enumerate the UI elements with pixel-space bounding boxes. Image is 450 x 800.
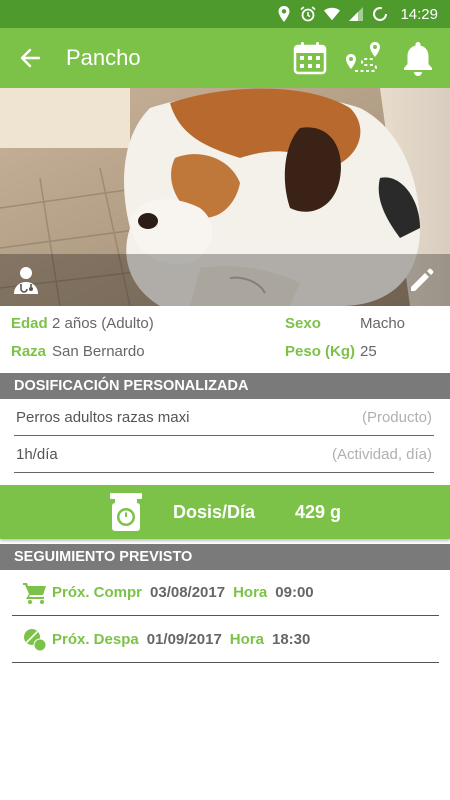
next-deworm-row[interactable]: Próx. Despa 01/09/2017 Hora 18:30 xyxy=(12,617,439,663)
sex-value: Macho xyxy=(360,315,406,332)
alarm-icon xyxy=(300,6,317,22)
next-purchase-time-label: Hora xyxy=(233,584,268,601)
daily-dose-card[interactable]: Dosis/Día 429 g xyxy=(0,485,450,539)
product-hint: (Producto) xyxy=(361,409,432,426)
app-bar: Pancho xyxy=(0,28,450,88)
pills-icon xyxy=(22,627,48,653)
wifi-icon xyxy=(324,6,341,22)
weight-label: Peso (Kg) xyxy=(285,343,356,360)
bell-icon xyxy=(404,42,432,76)
age-value: 2 años (Adulto) xyxy=(52,315,154,332)
next-purchase-time: 09:00 xyxy=(275,584,314,601)
photo-overlay xyxy=(0,254,450,306)
back-button[interactable] xyxy=(0,28,60,88)
next-deworm-time-label: Hora xyxy=(229,631,264,648)
breed-label: Raza xyxy=(11,343,47,360)
page-title: Pancho xyxy=(66,45,141,70)
notifications-button[interactable] xyxy=(398,38,438,78)
pet-photo xyxy=(0,88,450,306)
calendar-icon xyxy=(293,42,327,75)
weight-value: 25 xyxy=(360,343,377,360)
dosage-section-header: DOSIFICACIÓN PERSONALIZADA xyxy=(0,373,450,399)
dose-label: Dosis/Día xyxy=(172,501,255,522)
pencil-icon xyxy=(411,268,434,291)
edit-button[interactable] xyxy=(406,264,438,296)
cart-icon xyxy=(22,580,48,606)
sex-label: Sexo xyxy=(285,315,321,332)
arrow-left-icon xyxy=(20,48,41,68)
age-label: Edad xyxy=(11,315,48,332)
tracking-section-header: SEGUIMIENTO PREVISTO xyxy=(0,544,450,570)
location-icon xyxy=(276,6,292,22)
info-row-breed-weight: Raza San Bernardo Peso (Kg) 25 xyxy=(0,338,450,366)
next-purchase-row[interactable]: Próx. Compr 03/08/2017 Hora 09:00 xyxy=(12,570,439,616)
activity-value: 1h/día xyxy=(16,446,58,463)
next-purchase-date: 03/08/2017 xyxy=(150,584,226,601)
status-time: 14:29 xyxy=(400,5,438,23)
dose-value: 429 g xyxy=(295,501,342,522)
product-field[interactable]: Perros adultos razas maxi (Producto) xyxy=(14,400,434,436)
activity-field[interactable]: 1h/día (Actividad, día) xyxy=(14,437,434,473)
route-button[interactable] xyxy=(344,38,384,78)
vet-icon xyxy=(14,267,38,294)
next-deworm-label: Próx. Despa xyxy=(52,631,139,648)
route-icon xyxy=(346,42,380,72)
vet-button[interactable] xyxy=(10,264,42,296)
info-row-age-sex: Edad 2 años (Adulto) Sexo Macho xyxy=(0,310,450,338)
status-bar: 14:29 xyxy=(0,0,450,28)
next-deworm-time: 18:30 xyxy=(271,631,311,648)
next-purchase-label: Próx. Compr xyxy=(52,584,143,601)
product-value: Perros adultos razas maxi xyxy=(16,409,190,426)
next-deworm-date: 01/09/2017 xyxy=(146,631,222,648)
pet-info: Edad 2 años (Adulto) Sexo Macho Raza San… xyxy=(0,306,450,372)
scale-icon xyxy=(109,493,142,531)
activity-hint: (Actividad, día) xyxy=(331,446,432,463)
calendar-button[interactable] xyxy=(290,38,330,78)
breed-value: San Bernardo xyxy=(52,343,145,360)
signal-icon xyxy=(348,6,364,22)
battery-icon xyxy=(372,6,388,22)
